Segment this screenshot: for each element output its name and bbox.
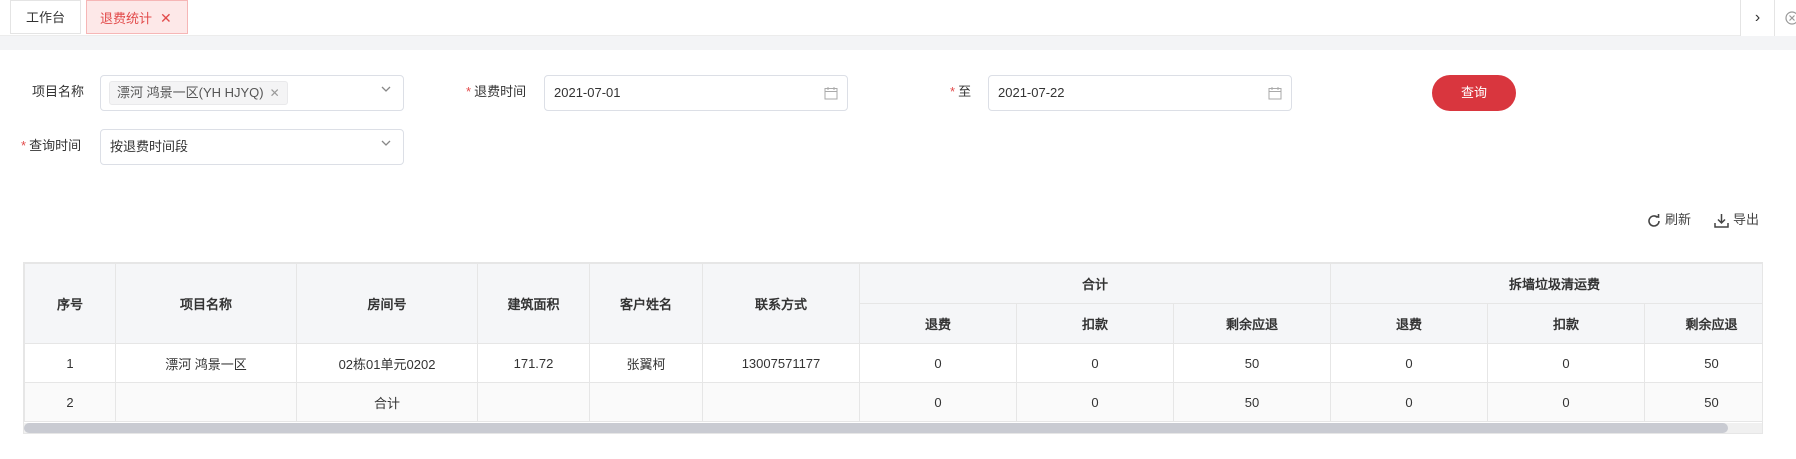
cell-contact xyxy=(702,382,860,422)
tab-label: 退费统计 xyxy=(100,11,153,26)
cell-total-remaining: 50 xyxy=(1172,343,1332,383)
start-date-value: 2021-07-01 xyxy=(554,85,621,100)
refresh-icon xyxy=(1648,213,1660,227)
cell-area xyxy=(477,382,590,422)
cell-demolition-deduction: 0 xyxy=(1487,382,1646,422)
cell-demolition-deduction: 0 xyxy=(1487,343,1646,383)
chevron-right-icon[interactable]: › xyxy=(1740,0,1774,36)
cell-customer: 张翼柯 xyxy=(589,343,703,383)
query-button[interactable]: 查询 xyxy=(1432,75,1516,111)
cell-total-deduction: 0 xyxy=(1016,382,1174,422)
calendar-icon xyxy=(824,87,838,100)
header-group-total: 合计 xyxy=(858,263,1332,304)
export-label: 导出 xyxy=(1733,212,1760,227)
query-time-select[interactable]: 按退费时间段 xyxy=(100,129,404,165)
chevron-down-icon xyxy=(381,140,391,146)
tab-refund-stats[interactable]: 退费统计 ✕ xyxy=(86,0,188,34)
header-customer: 客户姓名 xyxy=(589,263,703,344)
cell-total-deduction: 0 xyxy=(1016,343,1174,383)
cell-index: 1 xyxy=(24,343,116,383)
cell-project xyxy=(115,382,297,422)
header-contact: 联系方式 xyxy=(702,263,860,344)
header-total-refund: 退费 xyxy=(859,303,1017,344)
export-button[interactable]: 导出 xyxy=(1713,208,1759,232)
cell-total-refund: 0 xyxy=(859,382,1017,422)
refresh-button[interactable]: 刷新 xyxy=(1646,208,1691,232)
cell-contact: 13007571177 xyxy=(702,343,860,383)
tab-workbench[interactable]: 工作台 xyxy=(10,0,81,34)
scrollbar-thumb[interactable] xyxy=(24,423,1728,433)
cell-project: 漂河 鸿景一区 xyxy=(115,343,297,383)
cell-room: 合计 xyxy=(296,382,478,422)
cell-room: 02栋01单元0202 xyxy=(296,343,478,383)
cell-total-remaining: 50 xyxy=(1172,382,1332,422)
query-time-label: * 查询时间 xyxy=(21,138,82,153)
end-date-value: 2021-07-22 xyxy=(998,85,1065,100)
project-select[interactable]: 漂河 鸿景一区(YH HJYQ) ✕ xyxy=(100,75,404,111)
end-date-input[interactable]: 2021-07-22 xyxy=(988,75,1292,111)
header-room: 房间号 xyxy=(296,263,478,344)
to-label: * 至 xyxy=(950,84,972,99)
header-total-remaining: 剩余应退 xyxy=(1172,303,1332,344)
tab-bar: 工作台 退费统计 ✕ › xyxy=(0,0,1796,36)
cell-demolition-remaining: 50 xyxy=(1644,382,1762,422)
header-total-deduction: 扣款 xyxy=(1016,303,1174,344)
tab-label: 工作台 xyxy=(25,10,65,25)
close-icon[interactable]: ✕ xyxy=(160,10,172,26)
calendar-icon xyxy=(1268,87,1282,100)
table-row-summary: 2 合计 0 0 50 0 0 50 xyxy=(24,382,1762,422)
project-tag-label: 漂河 鸿景一区(YH HJYQ) xyxy=(117,85,264,100)
query-time-value: 按退费时间段 xyxy=(110,139,189,154)
cell-demolition-remaining: 50 xyxy=(1644,343,1762,383)
cell-total-refund: 0 xyxy=(859,343,1017,383)
divider-strip xyxy=(0,36,1796,50)
download-icon xyxy=(1714,214,1729,228)
cell-index: 2 xyxy=(24,382,116,422)
chevron-down-icon xyxy=(381,86,391,92)
header-demolition-deduction: 扣款 xyxy=(1487,303,1646,344)
header-index: 序号 xyxy=(24,263,116,344)
cell-area: 171.72 xyxy=(477,343,590,383)
refund-time-label: * 退费时间 xyxy=(466,84,527,99)
header-project: 项目名称 xyxy=(115,263,297,344)
horizontal-scrollbar[interactable] xyxy=(24,423,1762,433)
project-tag: 漂河 鸿景一区(YH HJYQ) ✕ xyxy=(109,81,288,105)
header-area: 建筑面积 xyxy=(477,263,590,344)
table-row: 1 漂河 鸿景一区 02栋01单元0202 171.72 张翼柯 1300757… xyxy=(24,343,1762,383)
cell-demolition-refund: 0 xyxy=(1330,343,1489,383)
start-date-input[interactable]: 2021-07-01 xyxy=(544,75,848,111)
header-demolition-remaining: 剩余应退 xyxy=(1644,303,1762,344)
header-group-demolition: 拆墙垃圾清运费 xyxy=(1330,263,1762,304)
refresh-label: 刷新 xyxy=(1665,212,1692,227)
refund-table: 序号 项目名称 房间号 建筑面积 客户姓名 联系方式 合计 拆墙垃圾清运费 退费… xyxy=(23,262,1763,434)
tag-close-icon[interactable]: ✕ xyxy=(270,86,280,100)
cell-demolition-refund: 0 xyxy=(1330,382,1489,422)
close-circle-icon[interactable] xyxy=(1774,0,1796,36)
header-demolition-refund: 退费 xyxy=(1330,303,1489,344)
cell-customer xyxy=(589,382,703,422)
project-label: 项目名称 xyxy=(32,84,85,99)
